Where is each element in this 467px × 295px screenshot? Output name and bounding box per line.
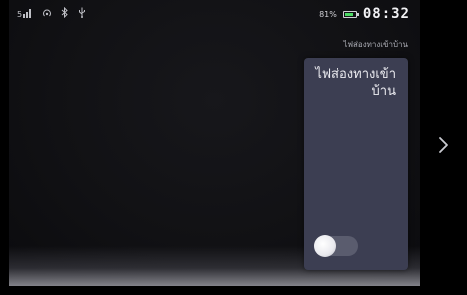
svg-text:5: 5 <box>17 10 22 18</box>
status-icons: 5 <box>17 7 86 18</box>
light-control-card[interactable]: ไฟส่องทางเข้าบ้าน <box>304 58 408 270</box>
bluetooth-icon <box>61 7 69 18</box>
battery-percent: 81% <box>319 9 337 19</box>
battery-icon <box>342 10 359 18</box>
signal-icon: 5 <box>17 8 33 18</box>
status-right: 81% 08:32 <box>319 6 410 22</box>
device-screen: 5 81% 08:32 ไฟส่องทางเข้าบ้าน ไฟส่องทางเ… <box>9 0 420 286</box>
chevron-right-icon <box>434 137 454 161</box>
app-title: ไฟส่องทางเข้าบ้าน <box>343 40 408 49</box>
status-bar: 5 81% 08:32 <box>9 0 420 28</box>
usb-icon <box>78 7 86 18</box>
clock: 08:32 <box>362 6 410 22</box>
light-toggle-switch[interactable] <box>314 235 358 257</box>
toggle-knob[interactable] <box>314 235 336 257</box>
next-page-button[interactable] <box>434 133 454 157</box>
battery-level-fill <box>344 12 353 16</box>
card-title: ไฟส่องทางเข้าบ้าน <box>315 67 396 99</box>
hotspot-icon <box>42 8 52 18</box>
